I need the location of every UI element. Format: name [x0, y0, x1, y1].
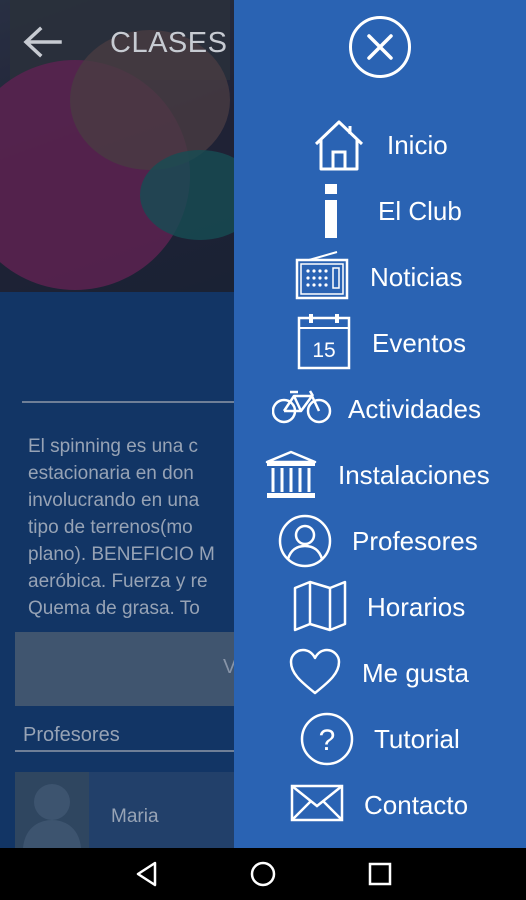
recents-icon[interactable] [366, 860, 394, 888]
help-mark: ? [319, 724, 336, 757]
menu-item-tutorial[interactable]: ? Tutorial [234, 710, 526, 770]
menu-item-label: Contacto [364, 790, 469, 820]
page-title: CLASES [110, 27, 228, 59]
map-icon [292, 580, 348, 637]
divider [22, 401, 252, 403]
menu-item-eventos[interactable]: 15 Eventos [234, 314, 526, 374]
menu-item-instalaciones[interactable]: Instalaciones [234, 446, 526, 506]
class-description: El spinning es una c estacionaria en don… [28, 436, 215, 619]
avatar [15, 772, 89, 848]
close-drawer-button[interactable] [349, 16, 411, 78]
person-icon [278, 514, 332, 573]
home-circle-icon[interactable] [249, 860, 277, 888]
calendar-icon: 15 [297, 314, 351, 375]
help-icon: ? [300, 712, 354, 771]
menu-item-label: Tutorial [374, 724, 460, 754]
menu-item-label: Actividades [348, 394, 481, 424]
teachers-header: Profesores [23, 724, 120, 746]
bicycle-icon [271, 390, 332, 429]
back-arrow-icon[interactable] [22, 26, 62, 58]
teacher-name: Maria [111, 806, 159, 827]
menu-item-contacto[interactable]: Contacto [234, 776, 526, 836]
info-icon [321, 184, 341, 245]
calendar-day: 15 [312, 339, 335, 362]
menu-item-label: Inicio [387, 130, 448, 160]
menu-item-label: Noticias [370, 262, 463, 292]
menu-item-actividades[interactable]: Actividades [234, 380, 526, 440]
close-icon [367, 34, 393, 60]
menu-item-profesores[interactable]: Profesores [234, 512, 526, 572]
back-icon[interactable] [133, 860, 161, 888]
building-icon [264, 450, 318, 505]
heart-icon [288, 648, 342, 701]
menu-item-me-gusta[interactable]: Me gusta [234, 644, 526, 704]
mail-icon [290, 784, 344, 827]
teacher-list-item[interactable]: Maria [15, 772, 250, 848]
menu-item-inicio[interactable]: Inicio [234, 116, 526, 176]
radio-icon [295, 250, 349, 307]
menu-item-label: Me gusta [362, 658, 469, 688]
divider [15, 750, 250, 752]
home-icon [312, 118, 366, 177]
menu-item-label: Horarios [367, 592, 466, 622]
menu-item-el-club[interactable]: El Club [234, 182, 526, 242]
system-navigation-bar [0, 848, 526, 900]
menu-item-label: Instalaciones [338, 460, 490, 490]
view-more-button[interactable]: Ve [15, 632, 246, 706]
navigation-drawer: Inicio El Club Noticias 15 Eventos Activ… [234, 0, 526, 848]
menu-item-label: Profesores [352, 526, 478, 556]
menu-item-noticias[interactable]: Noticias [234, 248, 526, 308]
menu-item-label: Eventos [372, 328, 466, 358]
menu-item-horarios[interactable]: Horarios [234, 578, 526, 638]
menu-item-label: El Club [378, 196, 462, 226]
